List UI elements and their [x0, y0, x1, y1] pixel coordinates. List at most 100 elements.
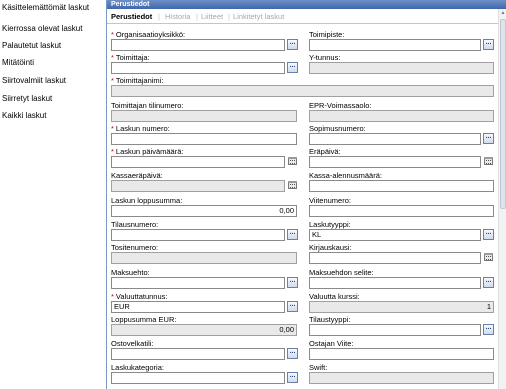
tab-history[interactable]: Historia [165, 12, 190, 21]
laskukategoria-label: Laskukategoria: [111, 363, 164, 372]
tilinumero-field [111, 110, 297, 122]
ostovelkatili-lookup-button[interactable]: ... [287, 348, 298, 359]
tab-separator: | [158, 12, 160, 21]
basic-info-panel: Perustiedot Perustiedot | Historia | Lii… [106, 0, 506, 389]
organisaatioyksikko-lookup-button[interactable]: ... [287, 39, 298, 50]
sopimusnumero-lookup-button[interactable]: ... [483, 133, 494, 144]
valuuttatunnus-field[interactable]: EUR [111, 301, 285, 313]
tab-bar: Perustiedot | Historia | Liitteet | Link… [107, 10, 499, 24]
valuuttatunnus-lookup-button[interactable]: ... [287, 301, 298, 312]
viitenumero-field[interactable] [309, 205, 494, 217]
toimittaja-label: * Toimittaja: [111, 53, 150, 62]
sopimusnumero-label: Sopimusnumero: [309, 124, 366, 133]
viitenumero-label: Viitenumero: [309, 196, 351, 205]
required-marker: * [111, 124, 114, 133]
kassa-alennus-field[interactable] [309, 180, 494, 192]
nav-item-unprocessed[interactable]: Käsittelemättömät laskut [2, 3, 89, 12]
epr-field [309, 110, 494, 122]
valuutta-kurssi-label: Valuutta kurssi: [309, 292, 360, 301]
loppusumma-eur-field: 0,00 [111, 324, 297, 336]
kassa-alennus-label: Kassa-alennusmäärä: [309, 171, 382, 180]
maksuehto-field[interactable] [111, 277, 285, 289]
laskun-numero-field[interactable] [111, 133, 297, 145]
scrollbar-thumb[interactable] [500, 19, 506, 209]
tilausnumero-field[interactable] [111, 229, 285, 241]
nav-item-ready-to-transfer[interactable]: Siirtovalmiit laskut [2, 76, 66, 85]
tilaustyyppi-lookup-button[interactable]: ... [483, 324, 494, 335]
tab-basic-info[interactable]: Perustiedot [111, 12, 152, 21]
kassaerapaiva-label: Kassaeräpäivä: [111, 171, 163, 180]
vertical-scrollbar[interactable]: ▲ [498, 9, 506, 389]
erapaiva-field[interactable] [309, 156, 481, 168]
ytunnus-field [309, 62, 494, 74]
ostajan-viite-field[interactable] [309, 348, 494, 360]
organisaatioyksikko-label: * Organisaatioyksikkö: [111, 30, 186, 39]
laskutyyppi-label: Laskutyyppi: [309, 220, 351, 229]
paivamaara-calendar-icon[interactable] [287, 156, 298, 166]
nav-item-in-circulation[interactable]: Kierrossa olevat laskut [2, 24, 82, 33]
toimittaja-field[interactable] [111, 62, 285, 74]
tositenumero-field [111, 252, 297, 264]
maksuehdon-selite-label: Maksuehdon selite: [309, 268, 374, 277]
tilaustyyppi-field[interactable] [309, 324, 481, 336]
valuutta-kurssi-field: 1 [309, 301, 494, 313]
organisaatioyksikko-field[interactable] [111, 39, 285, 51]
kirjauskausi-calendar-icon[interactable] [483, 252, 494, 262]
laskukategoria-field[interactable] [111, 372, 285, 384]
tilausnumero-label: Tilausnumero: [111, 220, 159, 229]
kirjauskausi-field[interactable] [309, 252, 481, 264]
tositenumero-label: Tositenumero: [111, 243, 159, 252]
ostovelkatili-label: Ostovelkatili: [111, 339, 154, 348]
ytunnus-label: Y-tunnus: [309, 53, 341, 62]
tab-linked-invoices[interactable]: Linkitetyt laskut [233, 12, 284, 21]
maksuehdon-selite-field[interactable] [309, 277, 481, 289]
panel-title: Perustiedot [107, 0, 506, 9]
required-marker: * [111, 292, 114, 301]
kassaerapaiva-field [111, 180, 285, 192]
valuuttatunnus-label: * Valuuttatunnus: [111, 292, 168, 301]
toimittajanimi-label: * Toimittajanimi: [111, 76, 164, 85]
required-marker: * [111, 53, 114, 62]
nav-item-transferred[interactable]: Siirretyt laskut [2, 94, 52, 103]
ostovelkatili-field[interactable] [111, 348, 285, 360]
toimipiste-lookup-button[interactable]: ... [483, 39, 494, 50]
erapaiva-label: Eräpäivä: [309, 147, 341, 156]
tilinumero-label: Toimittajan tilinumero: [111, 101, 184, 110]
sopimusnumero-field[interactable] [309, 133, 481, 145]
tab-separator: | [196, 12, 198, 21]
toimipiste-label: Toimipiste: [309, 30, 345, 39]
tilaustyyppi-label: Tilaustyyppi: [309, 315, 351, 324]
toimittajanimi-field [111, 85, 494, 97]
kassaerapaiva-calendar-icon[interactable] [287, 180, 298, 190]
paivamaara-field[interactable] [111, 156, 285, 168]
scroll-up-icon[interactable]: ▲ [500, 10, 506, 16]
tab-attachments[interactable]: Liitteet [201, 12, 223, 21]
laskutyyppi-lookup-button[interactable]: ... [483, 229, 494, 240]
loppusumma-field[interactable]: 0,00 [111, 205, 297, 217]
required-marker: * [111, 76, 114, 85]
erapaiva-calendar-icon[interactable] [483, 156, 494, 166]
maksuehdon-selite-lookup-button[interactable]: ... [483, 277, 494, 288]
nav-item-cancellation[interactable]: Mitätöinti [2, 58, 34, 67]
loppusumma-label: Laskun loppusumma: [111, 196, 183, 205]
tilausnumero-lookup-button[interactable]: ... [287, 229, 298, 240]
nav-item-returned[interactable]: Palautetut laskut [2, 41, 61, 50]
toimittaja-lookup-button[interactable]: ... [287, 62, 298, 73]
paivamaara-label: * Laskun päivämäärä: [111, 147, 184, 156]
maksuehto-lookup-button[interactable]: ... [287, 277, 298, 288]
required-marker: * [111, 147, 114, 156]
loppusumma-eur-label: Loppusumma EUR: [111, 315, 177, 324]
laskukategoria-lookup-button[interactable]: ... [287, 372, 298, 383]
required-marker: * [111, 30, 114, 39]
swift-label: Swift: [309, 363, 328, 372]
toimipiste-field[interactable] [309, 39, 481, 51]
epr-label: EPR-Voimassaolo: [309, 101, 372, 110]
ostajan-viite-label: Ostajan Viite: [309, 339, 354, 348]
laskun-numero-label: * Laskun numero: [111, 124, 170, 133]
tab-underline [107, 23, 499, 24]
maksuehto-label: Maksuehto: [111, 268, 150, 277]
nav-item-all-invoices[interactable]: Kaikki laskut [2, 111, 46, 120]
kirjauskausi-label: Kirjauskausi: [309, 243, 352, 252]
laskutyyppi-field[interactable]: KL [309, 229, 481, 241]
tab-separator: | [228, 12, 230, 21]
